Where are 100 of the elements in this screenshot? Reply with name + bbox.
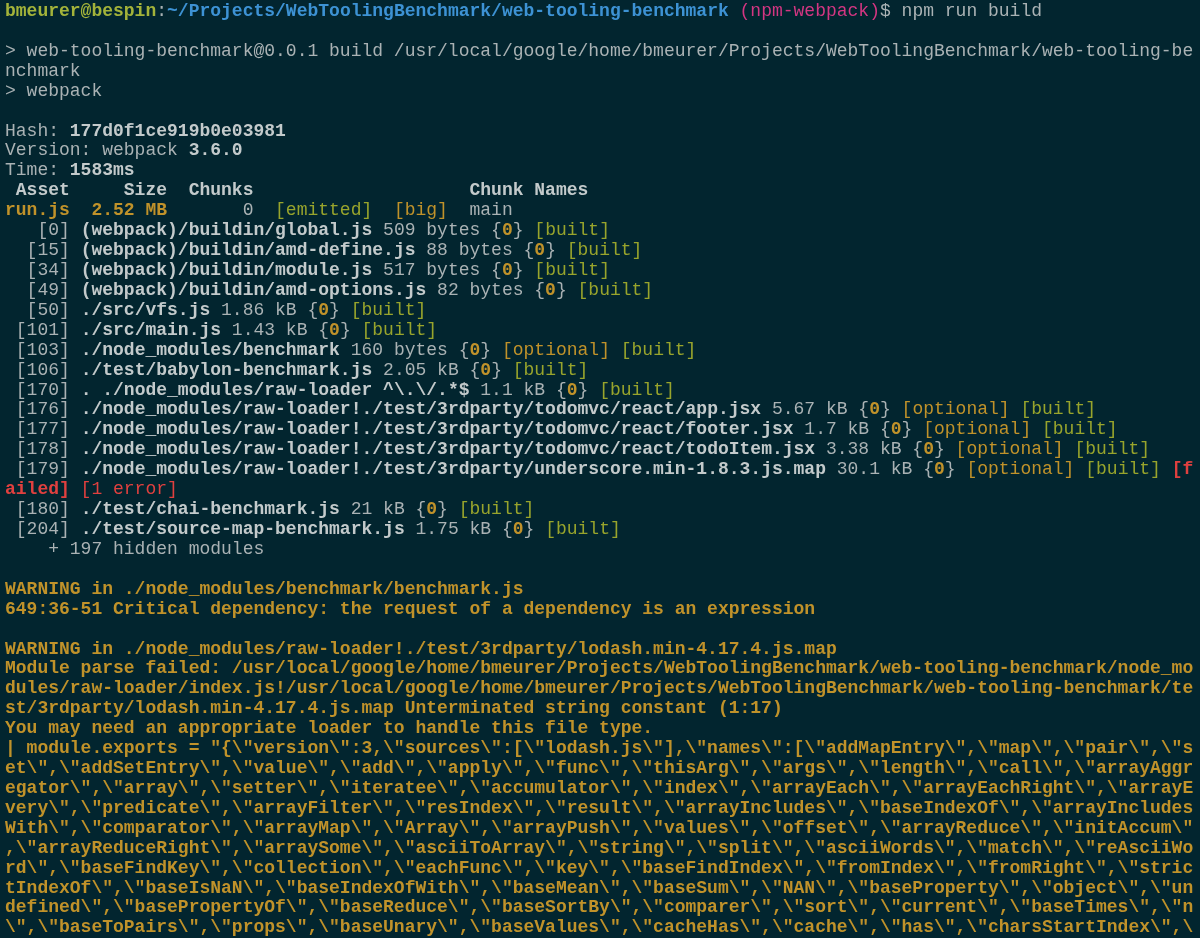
output-text: 177d0f1ce919b0e03981 bbox=[69, 120, 286, 141]
output-text: 0 bbox=[426, 499, 438, 520]
output-text: | module.exports = "{\"version\":3,\"sources\":[\"lodash.js\"],\"names\":[\"addMapEntry\",\"map\",\"pair\",\"s bbox=[5, 738, 1194, 759]
status-label: [optional] bbox=[923, 419, 1032, 440]
output-text: tIndexOf\",\"baseIsNaN\",\"baseIndexOfWith\",\"baseMean\",\"baseSum\",\"NAN\",\"baseProperty\",\"object\",\"un bbox=[5, 877, 1194, 898]
output-text: nchmark bbox=[5, 60, 81, 81]
status-label: [big] bbox=[392, 200, 448, 221]
output-text: ./node_modules/benchmark bbox=[80, 339, 340, 360]
output-text: 0 bbox=[469, 339, 481, 360]
output-text: 1.86 kB { bbox=[220, 299, 319, 320]
output-text: ,\"arrayReduceRight\",\"arraySome\",\"asciiToArray\",\"string\",\"split\",\"asciiWords\",\"match\",\"reAsciiWo bbox=[5, 837, 1194, 858]
status-label: [built] bbox=[1041, 419, 1118, 440]
output-text: 0 bbox=[480, 359, 492, 380]
output-text: st/3rdparty/lodash.min-4.17.4.js.map Unterminated string constant (1:17) bbox=[5, 698, 783, 719]
output-text: } bbox=[339, 319, 352, 340]
status-label: [optional] bbox=[966, 459, 1075, 480]
output-text: } bbox=[934, 439, 946, 460]
output-text: Asset Size Chunks Chunk Names bbox=[14, 180, 589, 201]
status-label: [built] bbox=[566, 240, 643, 261]
status-label: [built] bbox=[534, 260, 610, 280]
output-text: 0 bbox=[512, 518, 524, 539]
output-text: ./src/main.js bbox=[80, 319, 222, 340]
output-text: (webpack)/buildin/amd-define.js bbox=[80, 240, 416, 261]
output-text: [34] bbox=[25, 260, 71, 280]
output-text: 1.75 kB { bbox=[414, 518, 513, 539]
output-text: 0 bbox=[241, 200, 255, 221]
output-text: ./node_modules/raw-loader!./test/3rdparty/todomvc/react/todoItem.jsx bbox=[80, 439, 816, 460]
output-text: } bbox=[512, 260, 525, 280]
status-label: [1 error] bbox=[79, 479, 178, 500]
output-text: Time: bbox=[5, 160, 60, 181]
output-text: 160 bytes { bbox=[349, 339, 470, 360]
output-text: [177] bbox=[14, 419, 71, 440]
output-text: very\",\"predicate\",\"arrayFilter\",\"resIndex\",\"result\",\"arrayIncludes\",\"baseIndexOf\",\"arrayIncludes bbox=[5, 797, 1194, 818]
output-text: } bbox=[329, 299, 341, 320]
prompt-user: bmeurer@bespin bbox=[5, 1, 157, 21]
output-text: (webpack)/buildin/module.js bbox=[80, 260, 373, 280]
output-text: main bbox=[468, 200, 513, 221]
status-label: [built] bbox=[512, 359, 589, 380]
output-text: 1583ms bbox=[69, 160, 135, 181]
output-text: } bbox=[901, 419, 914, 440]
output-text: ./node_modules/raw-loader!./test/3rdparty/todomvc/react/app.jsx bbox=[80, 399, 762, 420]
output-text: 0 bbox=[890, 419, 902, 440]
output-text: 0 bbox=[501, 260, 513, 280]
status-label: [optional] bbox=[501, 339, 610, 360]
output-text: 82 bytes { bbox=[436, 279, 546, 300]
output-text: 517 bytes { bbox=[382, 260, 502, 280]
output-text: egator\",\"array\",\"setter\",\"iteratee\",\"accumulator\",\"index\",\"arrayEach\",\"arrayEachRight\",\"arrayE bbox=[5, 777, 1194, 798]
output-text: [204] bbox=[14, 518, 71, 539]
output-text: 5.67 kB { bbox=[770, 399, 870, 420]
output-text: 0 bbox=[923, 439, 934, 460]
output-text: [176] bbox=[14, 399, 71, 420]
output-text: 0 bbox=[534, 240, 546, 261]
status-label: [emitted] bbox=[275, 200, 373, 221]
output-text: > webpack bbox=[5, 80, 103, 101]
output-text: [49] bbox=[25, 279, 71, 300]
output-text: } bbox=[944, 459, 957, 480]
output-text: ./node_modules/raw-loader!./test/3rdparty/underscore.min-1.8.3.js.map bbox=[80, 459, 826, 480]
output-text: You may need an appropriate loader to handle this file type. bbox=[5, 718, 654, 739]
output-text: [15] bbox=[25, 240, 71, 261]
output-text: run.js 2.52 MB bbox=[5, 200, 168, 221]
status-label: [built] bbox=[361, 319, 438, 340]
output-text: } bbox=[555, 279, 568, 300]
output-text: [0] bbox=[36, 220, 71, 241]
output-text: [50] bbox=[25, 299, 71, 320]
status-label: [f bbox=[1170, 459, 1194, 480]
output-text: \",\"baseToPairs\",\"props\",\"baseUnary\",\"baseValues\",\"cacheHas\",\"cache\",\"has\",\"charsStartIndex\",\ bbox=[5, 917, 1194, 938]
output-text: } bbox=[880, 399, 892, 420]
output-text: 3.6.0 bbox=[188, 140, 243, 161]
output-text: 0 bbox=[566, 379, 578, 400]
output-text: 649:36-51 Critical dependency: the request of a dependency is an expression bbox=[5, 598, 816, 619]
output-text: Module parse failed: /usr/local/google/home/bmeurer/Projects/WebToolingBenchmark/web-tooling-benchmark/node_mo bbox=[5, 658, 1194, 679]
prompt-path: ~/Projects/WebToolingBenchmark/web-tooling-benchmark bbox=[167, 1, 729, 21]
output-text: 2.05 kB { bbox=[382, 359, 481, 380]
output-text: 1.1 kB { bbox=[479, 379, 567, 400]
output-text: } bbox=[480, 339, 493, 360]
output-text: 0 bbox=[545, 279, 556, 300]
output-text: 1.43 kB { bbox=[230, 319, 330, 340]
output-text: dules/raw-loader/index.js!/usr/local/google/home/bmeurer/Projects/WebToolingBenchmark/web-tooling-benchmark/te bbox=[5, 678, 1194, 699]
output-text: } bbox=[491, 359, 503, 380]
output-text: } bbox=[545, 240, 557, 261]
output-text: 30.1 kB { bbox=[835, 459, 934, 480]
output-text: ./test/babylon-benchmark.js bbox=[80, 359, 373, 380]
output-text: 1.7 kB { bbox=[803, 419, 891, 440]
status-label: [built] bbox=[1019, 399, 1097, 420]
output-text: 0 bbox=[869, 399, 880, 420]
output-text: WARNING in ./node_modules/raw-loader!./test/3rdparty/lodash.min-4.17.4.js.map bbox=[5, 638, 837, 659]
output-text: (webpack)/buildin/global.js bbox=[80, 220, 373, 241]
output-text: Version: webpack bbox=[5, 140, 179, 161]
status-label: [built] bbox=[599, 379, 675, 400]
output-text: (webpack)/buildin/amd-options.js bbox=[80, 279, 427, 300]
output-text: [101] bbox=[14, 319, 71, 340]
output-text: } bbox=[437, 499, 449, 520]
status-label: [built] bbox=[1073, 439, 1151, 460]
output-text: 0 bbox=[318, 299, 330, 320]
output-text: 3.38 kB { bbox=[824, 439, 924, 460]
output-text: ./src/vfs.js bbox=[80, 299, 211, 320]
status-label: ailed] bbox=[5, 479, 70, 500]
output-text: rd\",\"baseFindKey\",\"collection\",\"eachFunc\",\"key\",\"baseFindIndex\",\"fromIndex\",\"fromRight\",\"stric bbox=[5, 857, 1194, 878]
output-text: 0 bbox=[501, 220, 513, 241]
output-text: 88 bytes { bbox=[425, 240, 535, 261]
